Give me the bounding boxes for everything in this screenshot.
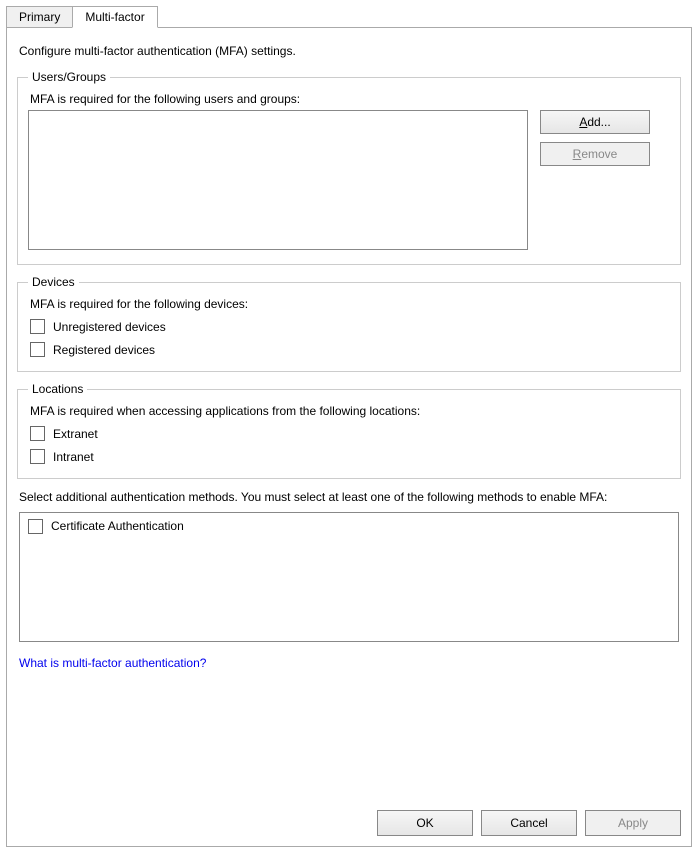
devices-legend: Devices — [28, 275, 79, 289]
intranet-checkbox[interactable] — [30, 449, 45, 464]
users-groups-listbox[interactable] — [28, 110, 528, 250]
cancel-button[interactable]: Cancel — [481, 810, 577, 836]
devices-desc: MFA is required for the following device… — [30, 297, 670, 311]
intranet-label: Intranet — [53, 450, 94, 464]
registered-devices-checkbox[interactable] — [30, 342, 45, 357]
tab-panel-multifactor: Configure multi-factor authentication (M… — [6, 27, 692, 847]
auth-methods-listbox[interactable]: Certificate Authentication — [19, 512, 679, 642]
extranet-label: Extranet — [53, 427, 98, 441]
help-link-mfa[interactable]: What is multi-factor authentication? — [19, 656, 206, 670]
locations-legend: Locations — [28, 382, 87, 396]
locations-desc: MFA is required when accessing applicati… — [30, 404, 670, 418]
auth-methods-desc: Select additional authentication methods… — [19, 489, 679, 506]
add-button[interactable]: Add... — [540, 110, 650, 134]
users-groups-legend: Users/Groups — [28, 70, 110, 84]
tab-primary[interactable]: Primary — [6, 6, 73, 28]
tab-multifactor[interactable]: Multi-factor — [72, 6, 157, 28]
certificate-auth-checkbox[interactable] — [28, 519, 43, 534]
dialog-footer: OK Cancel Apply — [377, 810, 681, 836]
remove-button: Remove — [540, 142, 650, 166]
unregistered-devices-checkbox[interactable] — [30, 319, 45, 334]
devices-fieldset: Devices MFA is required for the followin… — [17, 275, 681, 372]
locations-fieldset: Locations MFA is required when accessing… — [17, 382, 681, 479]
certificate-auth-label: Certificate Authentication — [51, 519, 184, 533]
unregistered-devices-label: Unregistered devices — [53, 320, 166, 334]
ok-button[interactable]: OK — [377, 810, 473, 836]
extranet-checkbox[interactable] — [30, 426, 45, 441]
users-groups-fieldset: Users/Groups MFA is required for the fol… — [17, 70, 681, 265]
registered-devices-label: Registered devices — [53, 343, 155, 357]
tab-strip: Primary Multi-factor — [6, 6, 692, 28]
panel-description: Configure multi-factor authentication (M… — [19, 44, 679, 58]
apply-button: Apply — [585, 810, 681, 836]
users-groups-desc: MFA is required for the following users … — [30, 92, 670, 106]
